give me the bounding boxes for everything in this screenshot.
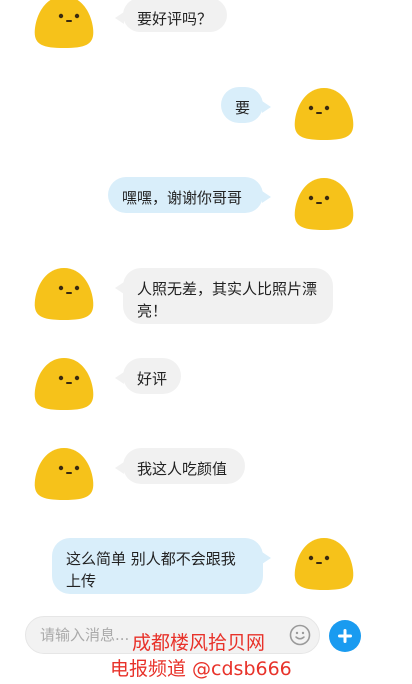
avatar[interactable] (33, 0, 95, 50)
watermark: 成都楼风拾贝网 电报频道 @cdsb666 (110, 630, 410, 682)
chat-message-list[interactable]: 要好评吗？ 要 嘿嘿，谢谢你哥哥 人照无差，其实人比照片漂亮！ 好评 我这人吃颜… (0, 0, 412, 600)
message-bubble[interactable]: 好评 (115, 358, 181, 394)
yellow-blob-avatar-icon (294, 88, 354, 140)
message-bubble[interactable]: 要好评吗？ (115, 0, 227, 32)
avatar[interactable] (33, 446, 95, 502)
avatar[interactable] (33, 266, 95, 322)
yellow-blob-avatar-icon (34, 268, 94, 320)
watermark-line-1: 成都楼风拾贝网 (132, 632, 266, 654)
avatar[interactable] (33, 356, 95, 412)
watermark-line-2: 电报频道 @cdsb666 (110, 658, 292, 680)
message-text: 要好评吗？ (137, 10, 213, 28)
yellow-blob-avatar-icon (34, 0, 94, 48)
yellow-blob-avatar-icon (294, 538, 354, 590)
message-text: 这么简单 别人都不会跟我上传 (66, 550, 236, 590)
yellow-blob-avatar-icon (34, 358, 94, 410)
yellow-blob-avatar-icon (294, 178, 354, 230)
message-bubble[interactable]: 这么简单 别人都不会跟我上传 (52, 538, 271, 594)
message-bubble[interactable]: 人照无差，其实人比照片漂亮！ (115, 268, 333, 324)
message-bubble[interactable]: 我这人吃颜值 (115, 448, 245, 484)
yellow-blob-avatar-icon (34, 448, 94, 500)
message-text: 我这人吃颜值 (137, 460, 228, 478)
message-text: 要 (235, 99, 251, 117)
avatar[interactable] (293, 176, 355, 232)
message-text: 好评 (137, 370, 168, 388)
avatar[interactable] (293, 86, 355, 142)
message-text: 嘿嘿，谢谢你哥哥 (122, 189, 243, 207)
message-bubble[interactable]: 嘿嘿，谢谢你哥哥 (108, 177, 271, 213)
avatar[interactable] (293, 536, 355, 592)
message-bubble[interactable]: 要 (221, 87, 271, 123)
message-text: 人照无差，其实人比照片漂亮！ (137, 280, 318, 320)
